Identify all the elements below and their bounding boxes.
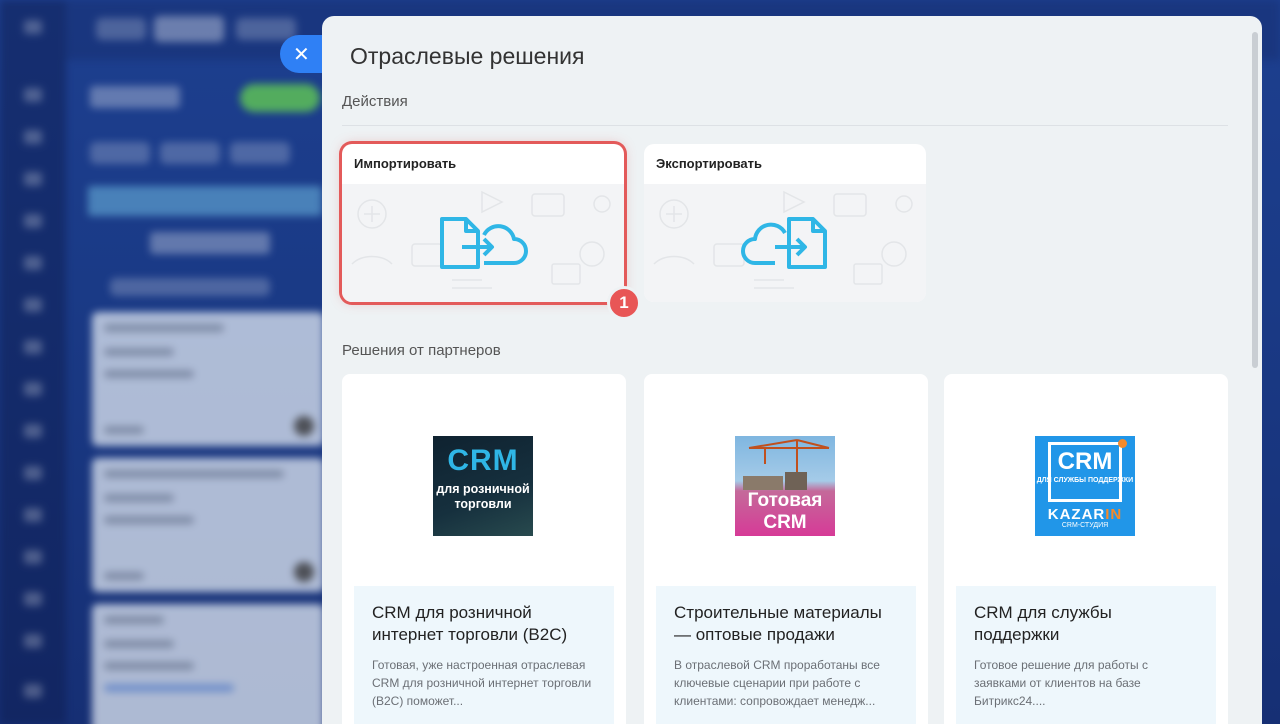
- logo-text: Готовая CRM: [747, 490, 823, 533]
- background-filter: [90, 142, 150, 164]
- panel-title: Отраслевые решения: [350, 43, 585, 69]
- actions-section-title: Действия: [342, 93, 408, 110]
- background-deal-card: [92, 604, 324, 724]
- partners-section-title: Решения от партнеров: [342, 342, 501, 359]
- industry-solutions-panel: Отраслевые решения Действия Импортироват…: [322, 16, 1262, 724]
- partner-card-description: В отраслевой CRM проработаны все ключевы…: [674, 658, 880, 708]
- logo-crm-text: CRM: [1057, 448, 1113, 475]
- export-card-illustration: [644, 184, 926, 302]
- import-card[interactable]: Импортировать: [342, 144, 624, 302]
- background-create-button: [240, 84, 320, 112]
- background-stage-header: [88, 186, 322, 216]
- close-icon: ✕: [293, 43, 310, 66]
- retail-crm-logo: CRM для розничной торговли: [433, 436, 533, 536]
- construction-crm-logo: Готовая CRM: [735, 436, 835, 536]
- logo-crm-text: CRM: [447, 444, 519, 477]
- partner-card-description: Готовая, уже настроенная отраслевая CRM …: [372, 658, 592, 708]
- partner-card-description: Готовое решение для работы с заявками от…: [974, 658, 1148, 708]
- background-page-title: [90, 86, 180, 108]
- background-deal-card: [92, 458, 324, 592]
- logo-subtitle: для розничной торговли: [436, 482, 530, 511]
- background-filter: [160, 142, 220, 164]
- crane-icon: [743, 439, 830, 490]
- background-deal-card: [92, 312, 324, 446]
- partner-solution-card[interactable]: CRM ДЛЯ СЛУЖБЫ ПОДДЕРЖКИ KAZARIN CRM-СТУ…: [944, 374, 1228, 724]
- panel-scrollbar[interactable]: [1252, 32, 1258, 368]
- import-card-illustration: [342, 184, 624, 302]
- logo-subtitle: ДЛЯ СЛУЖБЫ ПОДДЕРЖКИ: [1036, 477, 1134, 484]
- partner-solution-card[interactable]: Готовая CRM Строительные материалы — опт…: [644, 374, 928, 724]
- partner-card-title: CRM для службы поддержки: [974, 603, 1112, 644]
- support-crm-logo: CRM ДЛЯ СЛУЖБЫ ПОДДЕРЖКИ KAZARIN CRM-СТУ…: [1035, 436, 1135, 536]
- background-filter: [230, 142, 290, 164]
- partner-card-info: CRM для службы поддержки Готовое решение…: [956, 586, 1216, 724]
- export-card-label: Экспортировать: [656, 156, 763, 171]
- import-card-label: Импортировать: [354, 156, 457, 171]
- step-number-badge: 1: [607, 286, 641, 320]
- logo-studio: CRM-СТУДИЯ: [1061, 522, 1109, 529]
- partner-card-title: Строительные материалы — оптовые продажи: [674, 603, 882, 644]
- section-divider: [342, 125, 1228, 126]
- partner-card-info: CRM для розничной интернет торговли (B2C…: [354, 586, 614, 724]
- logo-brand: KAZARIN: [1047, 506, 1123, 523]
- export-card[interactable]: Экспортировать: [644, 144, 926, 302]
- background-left-menu: [0, 0, 66, 724]
- background-stage-add: [110, 278, 270, 296]
- background-stage-sum: [150, 232, 270, 254]
- import-icon: [440, 217, 528, 269]
- close-panel-button[interactable]: ✕: [280, 35, 328, 73]
- partner-card-title: CRM для розничной интернет торговли (B2C…: [372, 603, 568, 644]
- export-icon: [741, 217, 827, 269]
- partner-card-info: Строительные материалы — оптовые продажи…: [656, 586, 916, 724]
- partner-solution-card[interactable]: CRM для розничной торговли CRM для розни…: [342, 374, 626, 724]
